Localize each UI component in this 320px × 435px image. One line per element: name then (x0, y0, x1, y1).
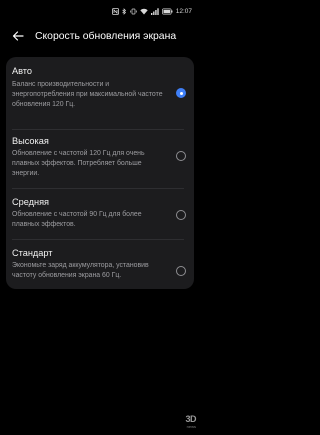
watermark-sub: news (186, 424, 196, 429)
bluetooth-icon (121, 7, 126, 15)
refresh-rate-options-card: Авто Баланс производительности и энергоп… (6, 57, 194, 289)
option-auto[interactable]: Авто Баланс производительности и энергоп… (6, 57, 194, 127)
option-title: Средняя (12, 197, 50, 207)
battery-icon (161, 7, 173, 15)
option-description: Обновление с частотой 120 Гц для очень п… (12, 150, 145, 178)
vibrate-icon (130, 8, 137, 14)
option-high[interactable]: Высокая Обновление с частотой 120 Гц для… (6, 130, 194, 189)
option-standard[interactable]: Стандарт Экономьте заряд аккумулятора, у… (6, 240, 194, 289)
option-title: Высокая (12, 136, 49, 146)
radio-selected[interactable] (176, 88, 186, 98)
radio-unselected[interactable] (176, 266, 186, 276)
app-header: Скорость обновления экрана (0, 24, 200, 48)
back-button[interactable] (7, 25, 29, 47)
watermark-main: 3D (185, 414, 196, 424)
option-title: Стандарт (12, 248, 53, 258)
option-medium[interactable]: Средняя Обновление с частотой 90 Гц для … (6, 189, 194, 240)
signal-icon (150, 7, 159, 15)
watermark-logo: 3D news (166, 414, 196, 430)
status-bar: 12:07 (0, 0, 200, 22)
radio-unselected[interactable] (176, 151, 186, 161)
radio-unselected[interactable] (176, 210, 186, 220)
page-title: Скорость обновления экрана (35, 30, 177, 42)
arrow-left-icon (12, 31, 24, 41)
option-description: Баланс производительности и энергопотреб… (12, 81, 163, 109)
option-description: Обновление с частотой 90 Гц для более пл… (12, 211, 142, 229)
option-title: Авто (12, 66, 33, 76)
option-description: Экономьте заряд аккумулятора, установив … (12, 262, 149, 280)
nfc-icon (111, 7, 119, 15)
status-time: 12:07 (175, 7, 192, 15)
wifi-icon (140, 8, 148, 14)
